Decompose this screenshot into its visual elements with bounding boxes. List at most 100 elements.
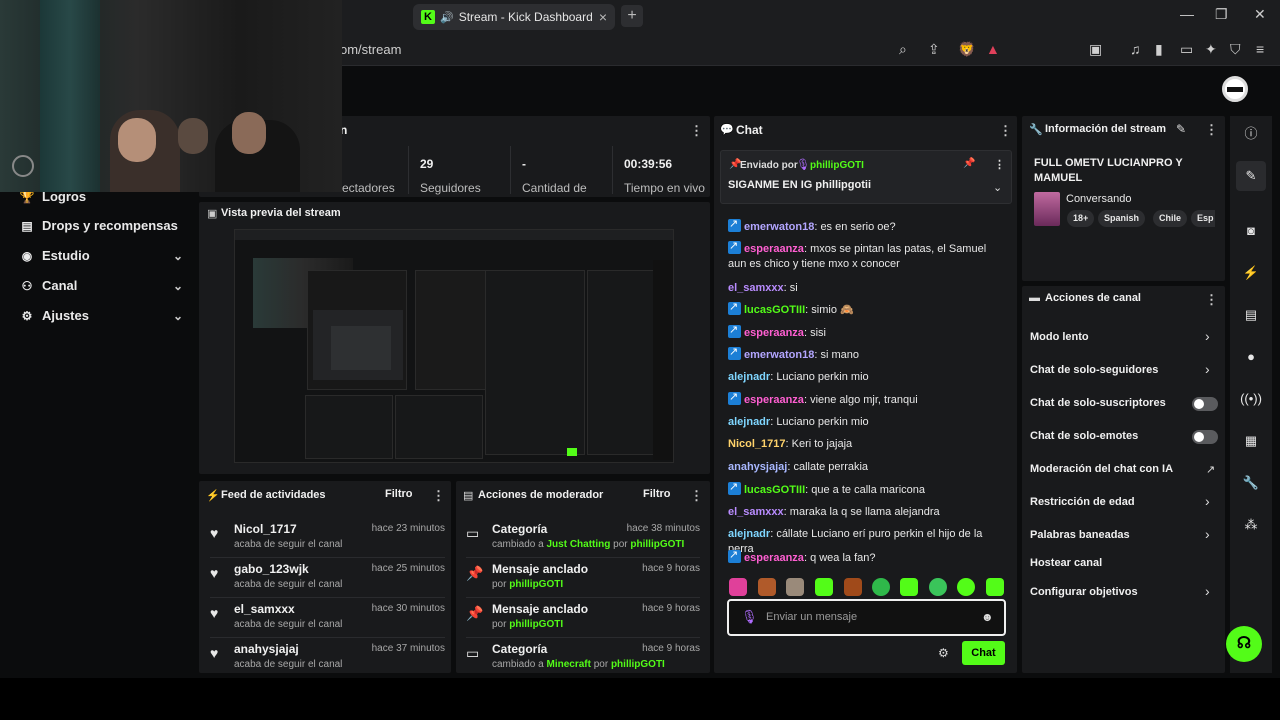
more-options-icon[interactable]: ⋮ (690, 123, 703, 139)
support-headset-icon[interactable]: ☊ (1226, 626, 1262, 662)
more-options-icon[interactable]: ⋮ (994, 158, 1005, 171)
chat-username[interactable]: el_samxxx (728, 282, 784, 294)
mic-icon[interactable]: 🎙 (741, 609, 758, 625)
menu-icon[interactable]: ≡ (1256, 41, 1264, 57)
user-avatar[interactable] (1222, 76, 1248, 102)
goals-row[interactable]: Configurar objetivos (1030, 586, 1138, 598)
emote-icon[interactable] (957, 578, 975, 596)
slow-mode-row[interactable]: Modo lento (1030, 331, 1089, 343)
emote-icon[interactable] (872, 578, 890, 596)
new-tab-button[interactable]: + (621, 5, 643, 27)
chat-username[interactable]: alejnadr (728, 371, 770, 383)
more-options-icon[interactable]: ⋮ (432, 488, 445, 504)
stream-preview-video[interactable] (234, 229, 674, 463)
info-icon[interactable]: ⓘ (1236, 119, 1266, 149)
url-text[interactable]: om/stream (340, 42, 401, 57)
activity-user[interactable]: anahysjajaj (234, 642, 299, 656)
wallet-icon[interactable]: ▭ (1180, 41, 1193, 58)
chat-username[interactable]: lucasGOTIII (744, 484, 805, 496)
chat-username[interactable]: alejnadr (728, 528, 770, 540)
emote-icon[interactable] (900, 578, 918, 596)
close-window-button[interactable]: ✕ (1254, 6, 1266, 23)
music-icon[interactable]: ♫ (1130, 41, 1141, 57)
brave-shield-icon[interactable]: 🦁 (958, 41, 975, 58)
sidebar-item-canal[interactable]: ⚇ Canal ⌄ (18, 278, 183, 293)
vpn-icon[interactable]: ⛉ (1230, 41, 1241, 58)
mod-filter-button[interactable]: Filtro (643, 488, 671, 500)
chat-username[interactable]: esperaanza (744, 552, 804, 564)
sidebar-item-ajustes[interactable]: ⚙ Ajustes ⌄ (18, 308, 183, 323)
chat-settings-icon[interactable]: ⚙ (938, 646, 949, 660)
wrench-icon[interactable]: 🔧 (1236, 468, 1266, 498)
emote-icon[interactable] (844, 578, 862, 596)
activity-user[interactable]: gabo_123wjk (234, 562, 309, 576)
layout-icon[interactable]: ▦ (1236, 426, 1266, 456)
emote-icon[interactable] (815, 578, 833, 596)
activity-user[interactable]: Nicol_1717 (234, 522, 297, 536)
followers-only-row[interactable]: Chat de solo-seguidores (1030, 364, 1158, 376)
chat-username[interactable]: esperaanza (744, 327, 804, 339)
chevron-right-icon[interactable]: › (1205, 328, 1210, 344)
sidebar-toggle-icon[interactable]: ▮ (1155, 41, 1163, 58)
chevron-right-icon[interactable]: › (1205, 583, 1210, 599)
edit-icon[interactable]: ✎ (1176, 122, 1186, 136)
emote-icon[interactable] (929, 578, 947, 596)
chevron-right-icon[interactable]: › (1205, 526, 1210, 542)
broadcast-icon[interactable]: ((•)) (1236, 384, 1266, 414)
more-options-icon[interactable]: ⋮ (690, 488, 703, 504)
emote-icon[interactable] (986, 578, 1004, 596)
speaker-icon[interactable]: 🔊 (440, 11, 454, 24)
restore-button[interactable]: ❐ (1215, 6, 1228, 23)
chat-username[interactable]: esperaanza (744, 243, 804, 255)
pinned-user[interactable]: phillipGOTI (810, 160, 864, 171)
chevron-right-icon[interactable]: › (1205, 493, 1210, 509)
emote-icon[interactable] (758, 578, 776, 596)
chat-username[interactable]: esperaanza (744, 394, 804, 406)
document-icon[interactable]: ▤ (1236, 300, 1266, 330)
chat-username[interactable]: anahysjajaj (728, 461, 787, 473)
more-options-icon[interactable]: ⋮ (1205, 122, 1218, 138)
emote-icon[interactable] (729, 578, 747, 596)
chat-username[interactable]: Nicol_1717 (728, 438, 785, 450)
age-restriction-row[interactable]: Restricción de edad (1030, 496, 1135, 508)
emote-icon[interactable] (786, 578, 804, 596)
chat-username[interactable]: alejnadr (728, 416, 770, 428)
minimize-button[interactable]: — (1180, 6, 1194, 22)
emoji-icon[interactable]: ☻ (981, 610, 994, 624)
chat-username[interactable]: lucasGOTIII (744, 304, 805, 316)
send-chat-button[interactable]: Chat (962, 641, 1005, 665)
ai-moderation-row[interactable]: Moderación del chat con IA (1030, 463, 1173, 475)
apps-icon[interactable]: ⁂ (1236, 510, 1266, 540)
chat-icon[interactable]: ● (1236, 342, 1266, 372)
zoom-icon[interactable]: ⌕ (899, 41, 907, 58)
subscribers-only-toggle[interactable] (1192, 397, 1218, 411)
bolt-icon[interactable]: ⚡ (1236, 258, 1266, 288)
leo-icon[interactable]: ✦ (1205, 41, 1217, 58)
emotes-only-toggle[interactable] (1192, 430, 1218, 444)
pinned-message[interactable]: 📌 Enviado por 🎙 phillipGOTI SIGANME EN I… (720, 150, 1012, 204)
chat-username[interactable]: emerwaton18 (744, 221, 814, 233)
host-channel-row[interactable]: Hostear canal (1030, 557, 1102, 569)
chevron-right-icon[interactable]: › (1205, 361, 1210, 377)
camera-icon[interactable]: ◙ (1236, 216, 1266, 246)
chat-username[interactable]: emerwaton18 (744, 349, 814, 361)
chat-input-placeholder[interactable]: Enviar un mensaje (766, 611, 857, 623)
unpin-icon[interactable]: 📌 (963, 158, 975, 169)
sidebar-item-estudio[interactable]: ◉ Estudio ⌄ (18, 248, 183, 263)
brave-rewards-icon[interactable]: ▲ (986, 41, 1000, 57)
tab-close-icon[interactable]: × (599, 9, 607, 25)
sidebar-item-drops[interactable]: ▤ Drops y recompensas (18, 218, 183, 233)
banned-words-row[interactable]: Palabras baneadas (1030, 529, 1130, 541)
chat-username[interactable]: el_samxxx (728, 506, 784, 518)
activity-user[interactable]: el_samxxx (234, 602, 295, 616)
activity-filter-button[interactable]: Filtro (385, 488, 413, 500)
more-options-icon[interactable]: ⋮ (1205, 292, 1218, 308)
external-link-icon[interactable]: ↗ (1206, 463, 1215, 476)
pencil-icon[interactable]: ✎ (1236, 161, 1266, 191)
chevron-down-icon[interactable]: ⌄ (993, 181, 1002, 194)
more-options-icon[interactable]: ⋮ (999, 123, 1012, 139)
browser-tab[interactable]: K 🔊 Stream - Kick Dashboard × (413, 4, 615, 30)
share-icon[interactable]: ⇪ (928, 41, 940, 58)
reader-icon[interactable]: ▣ (1089, 41, 1102, 58)
chat-input-box[interactable]: 🎙 Enviar un mensaje ☻ (727, 599, 1006, 636)
